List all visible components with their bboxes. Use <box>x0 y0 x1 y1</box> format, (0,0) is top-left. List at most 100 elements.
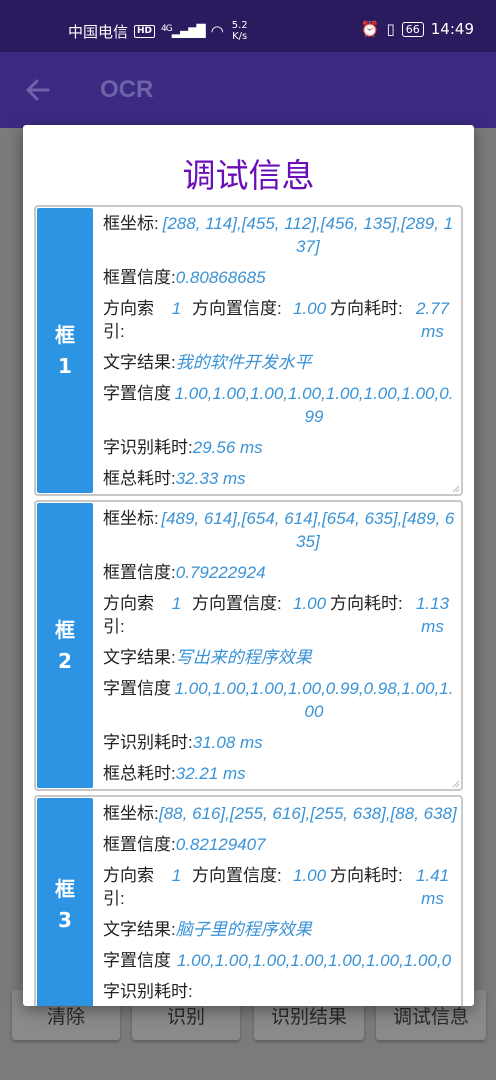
dir-conf-label: 方向置信度: <box>192 866 282 885</box>
dir-time-label: 方向耗时: <box>330 299 403 318</box>
back-arrow-icon[interactable] <box>22 74 54 106</box>
char-time-row: 字识别耗时: 29.56 ms <box>103 436 457 459</box>
char-time-value: 31.08 ms <box>192 733 263 752</box>
char-time-value: 29.56 ms <box>192 438 263 457</box>
wifi-icon: ◠ <box>210 22 224 40</box>
box-label-char: 框 <box>55 322 75 347</box>
coords-label: 框坐标: <box>103 214 159 233</box>
coords-row: 框坐标: [288, 114],[455, 112],[456, 135],[2… <box>103 212 457 258</box>
coords-row: 框坐标: [88, 616],[255, 616],[255, 638],[88… <box>103 802 457 825</box>
box-details: 框坐标: [489, 614],[654, 614],[654, 635],[4… <box>93 502 461 789</box>
box-label: 框 3 <box>37 798 93 1006</box>
text-result-label: 文字结果: <box>103 920 176 939</box>
dir-time-label: 方向耗时: <box>330 866 403 885</box>
char-time-label: 字识别耗时: <box>103 438 193 457</box>
dir-conf-value: 1.00 <box>292 866 327 885</box>
hd-badge: HD <box>134 24 156 38</box>
resize-grip-icon <box>452 485 460 493</box>
net-speed-value: 5.2 <box>231 20 248 31</box>
char-conf-row: 字置信度 1.00,1.00,1.00,1.00,0.99,0.98,1.00,… <box>103 677 457 723</box>
dir-conf-value: 1.00 <box>292 594 327 613</box>
resize-grip-icon <box>452 780 460 788</box>
box-details: 框坐标: [288, 114],[455, 112],[456, 135],[2… <box>93 207 461 494</box>
coords-row: 框坐标: [489, 614],[654, 614],[654, 635],[4… <box>103 507 457 553</box>
box-card[interactable]: 框 3 框坐标: [88, 616],[255, 616],[255, 638]… <box>34 795 463 1006</box>
text-result-value: 写出来的程序效果 <box>175 648 312 667</box>
char-conf-label: 字置信度 <box>103 679 171 698</box>
text-result-value: 脑子里的程序效果 <box>175 920 312 939</box>
box-label-char: 框 <box>55 617 75 642</box>
dir-index-label: 方向索引: <box>103 594 154 636</box>
box-conf-row: 框置信度: 0.80868685 <box>103 266 457 289</box>
coords-value: [489, 614],[654, 614],[654, 635],[489, 6… <box>161 509 455 551</box>
status-left: 中国电信 HD 4G▂▄▆█ ◠ 5.2 K/s <box>68 20 248 42</box>
battery-icon: 66 <box>401 21 424 37</box>
clock: 14:49 <box>430 20 474 38</box>
box-conf-value: 0.82129407 <box>175 835 266 854</box>
box-card[interactable]: 框 1 框坐标: [288, 114],[455, 112],[456, 135… <box>34 205 463 496</box>
dir-index-value: 1 <box>171 866 182 885</box>
dir-conf-label: 方向置信度: <box>192 299 282 318</box>
total-time-label: 框总耗时: <box>103 764 176 783</box>
box-conf-value: 0.80868685 <box>175 268 266 287</box>
coords-label: 框坐标: <box>103 804 159 823</box>
total-time-row: 框总耗时: 32.21 ms <box>103 762 457 785</box>
box-label-num: 2 <box>58 648 72 673</box>
text-result-value: 我的软件开发水平 <box>175 353 312 372</box>
signal-icon: 4G▂▄▆█ <box>161 24 206 38</box>
box-list[interactable]: 框 1 框坐标: [288, 114],[455, 112],[456, 135… <box>34 205 463 1006</box>
box-conf-label: 框置信度: <box>103 835 176 854</box>
direction-row: 方向索引: 1 方向置信度: 1.00 方向耗时: 1.13 ms <box>103 592 457 638</box>
dialog-title: 调试信息 <box>182 156 315 195</box>
char-time-row: 字识别耗时: <box>103 980 457 1003</box>
dir-index-label: 方向索引: <box>103 299 154 341</box>
char-time-row: 字识别耗时: 31.08 ms <box>103 731 457 754</box>
coords-value: [88, 616],[255, 616],[255, 638],[88, 638… <box>158 804 457 823</box>
debug-dialog: 调试信息 框 1 框坐标: [288, 114],[455, 112],[456… <box>23 125 474 1006</box>
text-result-row: 文字结果: 脑子里的程序效果 <box>103 918 457 941</box>
coords-label: 框坐标: <box>103 509 159 528</box>
text-result-row: 文字结果: 我的软件开发水平 <box>103 351 457 374</box>
dir-time-label: 方向耗时: <box>330 594 403 613</box>
dir-time-value: 1.41 ms <box>415 866 450 908</box>
alarm-icon: ⏰ <box>360 20 380 38</box>
direction-row: 方向索引: 1 方向置信度: 1.00 方向耗时: 1.41 ms <box>103 864 457 910</box>
char-time-label: 字识别耗时: <box>103 733 193 752</box>
char-time-label: 字识别耗时: <box>103 982 193 1001</box>
dir-conf-label: 方向置信度: <box>192 594 282 613</box>
status-right: ⏰ ▯ 66 14:49 <box>361 20 474 38</box>
char-conf-row: 字置信度 1.00,1.00,1.00,1.00,1.00,1.00,1.00,… <box>103 949 457 972</box>
coords-value: [288, 114],[455, 112],[456, 135],[289, 1… <box>162 214 454 256</box>
box-details: 框坐标: [88, 616],[255, 616],[255, 638],[88… <box>93 797 461 1006</box>
total-time-row: 框总耗时: 32.33 ms <box>103 467 457 490</box>
box-conf-label: 框置信度: <box>103 563 176 582</box>
app-bar: OCR <box>0 52 496 128</box>
box-card[interactable]: 框 2 框坐标: [489, 614],[654, 614],[654, 635… <box>34 500 463 791</box>
box-label: 框 1 <box>37 208 93 493</box>
status-bar: 中国电信 HD 4G▂▄▆█ ◠ 5.2 K/s ⏰ ▯ 66 14:49 <box>0 0 496 52</box>
total-time-value: 32.21 ms <box>175 764 246 783</box>
char-conf-value: 1.00,1.00,1.00,1.00,1.00,1.00,1.00,0.99 <box>174 384 454 426</box>
network-type: 4G <box>161 24 173 34</box>
text-result-row: 文字结果: 写出来的程序效果 <box>103 646 457 669</box>
box-conf-label: 框置信度: <box>103 268 176 287</box>
box-conf-row: 框置信度: 0.79222924 <box>103 561 457 584</box>
dir-index-label: 方向索引: <box>103 866 154 908</box>
text-result-label: 文字结果: <box>103 353 176 372</box>
dir-time-value: 2.77 ms <box>415 299 450 341</box>
dir-index-value: 1 <box>171 299 182 318</box>
direction-row: 方向索引: 1 方向置信度: 1.00 方向耗时: 2.77 ms <box>103 297 457 343</box>
vibrate-icon: ▯ <box>386 20 395 38</box>
text-result-label: 文字结果: <box>103 648 176 667</box>
char-conf-label: 字置信度 <box>103 951 171 970</box>
dir-time-value: 1.13 ms <box>415 594 450 636</box>
char-conf-label: 字置信度 <box>103 384 171 403</box>
total-time-value: 32.33 ms <box>175 469 246 488</box>
box-label-char: 框 <box>55 877 75 901</box>
app-title: OCR <box>100 76 154 103</box>
box-label-num: 3 <box>58 908 72 932</box>
dir-index-value: 1 <box>171 594 182 613</box>
char-conf-value: 1.00,1.00,1.00,1.00,1.00,1.00,1.00,0 <box>176 951 452 970</box>
box-conf-row: 框置信度: 0.82129407 <box>103 833 457 856</box>
char-conf-row: 字置信度 1.00,1.00,1.00,1.00,1.00,1.00,1.00,… <box>103 382 457 428</box>
